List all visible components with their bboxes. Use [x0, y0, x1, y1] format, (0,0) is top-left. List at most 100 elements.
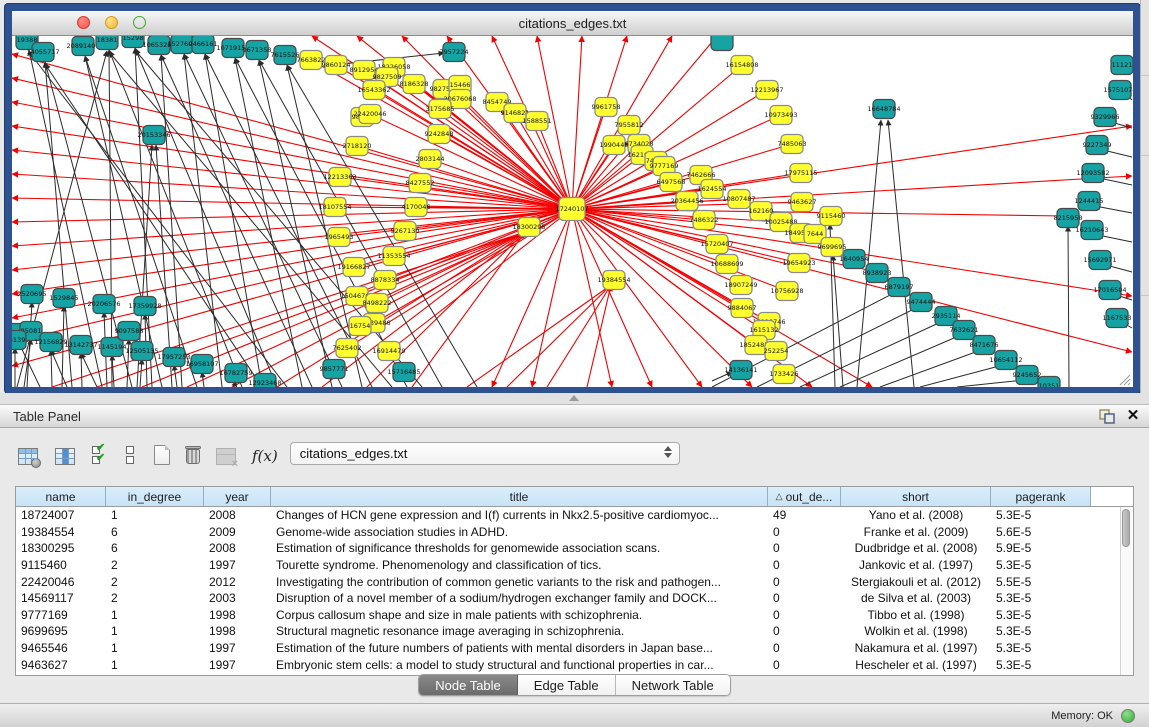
tab-node-table[interactable]: Node Table: [419, 675, 518, 695]
show-columns-button[interactable]: [55, 441, 75, 465]
column-header-year[interactable]: year: [204, 487, 271, 506]
scrollbar-thumb[interactable]: [1122, 509, 1130, 547]
graph-node[interactable]: 7485063: [778, 135, 807, 154]
graph-node[interactable]: 8427552: [406, 174, 435, 193]
graph-node[interactable]: 16754: [349, 317, 371, 336]
graph-node[interactable]: 9242848: [425, 125, 454, 144]
graph-node[interactable]: 17240107: [555, 198, 588, 221]
graph-node[interactable]: 1244415: [1075, 192, 1104, 211]
graph-node[interactable]: 15751074: [1103, 81, 1133, 100]
graph-node[interactable]: 7625402: [333, 339, 362, 358]
graph-node[interactable]: 252254: [764, 342, 789, 361]
graph-node[interactable]: 10688609: [710, 255, 743, 274]
clear-selection-button[interactable]: [126, 441, 136, 465]
graph-node[interactable]: 9699695: [818, 238, 847, 257]
table-row[interactable]: 969969511998Structural magnetic resonanc…: [16, 623, 1133, 640]
graph-node[interactable]: 4170046: [402, 198, 431, 217]
graph-node[interactable]: 20891406: [66, 37, 99, 56]
graph-node[interactable]: 9671358: [243, 41, 272, 60]
graph-node[interactable]: 9463627: [788, 193, 817, 212]
resize-grip[interactable]: [1120, 375, 1130, 385]
graph-node[interactable]: 9245652: [1013, 366, 1042, 385]
graph-node[interactable]: 2718120: [343, 137, 372, 156]
graph-node[interactable]: 7957224: [440, 43, 469, 62]
column-header-title[interactable]: title: [271, 487, 768, 506]
graph-node[interactable]: 15716485: [387, 363, 420, 382]
graph-node[interactable]: 1529845: [50, 289, 79, 308]
graph-node[interactable]: 8215958: [1054, 209, 1083, 228]
graph-node[interactable]: 9115460: [817, 207, 846, 226]
column-header-in_degree[interactable]: in_degree: [106, 487, 204, 506]
graph-node[interactable]: 8938923: [863, 264, 892, 283]
graph-node[interactable]: 7955812: [615, 116, 644, 135]
table-row[interactable]: 911546021997Tourette syndrome. Phenomeno…: [16, 557, 1133, 574]
graph-node[interactable]: 10973493: [764, 106, 797, 125]
tab-edge-table[interactable]: Edge Table: [518, 675, 616, 695]
graph-node[interactable]: 7486322: [690, 211, 719, 230]
window-titlebar[interactable]: citations_edges.txt: [12, 11, 1133, 36]
graph-node[interactable]: 9329966: [1091, 108, 1120, 127]
graph-node[interactable]: 16154808: [725, 56, 758, 75]
graph-node[interactable]: 10351: [1038, 377, 1060, 388]
graph-node[interactable]: 2803144: [416, 150, 445, 169]
column-header-short[interactable]: short: [841, 487, 991, 506]
graph-node[interactable]: 8878334: [371, 271, 400, 290]
graph-node[interactable]: 1588551: [523, 112, 552, 131]
panel-splitter[interactable]: [0, 393, 1149, 404]
graph-node[interactable]: 2520695: [18, 285, 47, 304]
column-header-name[interactable]: name: [16, 487, 106, 506]
delete-column-button[interactable]: [185, 441, 201, 465]
graph-node[interactable]: 9961758: [592, 98, 621, 117]
graph-node[interactable]: 8471676: [970, 336, 999, 355]
graph-node[interactable]: 11121: [1111, 56, 1133, 75]
tab-network-table[interactable]: Network Table: [616, 675, 730, 695]
graph-node[interactable]: 15298: [122, 36, 144, 48]
close-panel-icon[interactable]: ✕: [1123, 407, 1143, 425]
graph-node[interactable]: 12505135: [125, 342, 158, 361]
graph-node[interactable]: 6497568: [657, 173, 686, 192]
graph-node[interactable]: 8186328: [400, 75, 429, 94]
graph-node[interactable]: 33139: [12, 331, 26, 350]
table-row[interactable]: 1872400712008Changes of HCN gene express…: [16, 507, 1133, 524]
graph-node[interactable]: 3175685: [426, 100, 455, 119]
graph-node[interactable]: 14136141: [724, 361, 757, 380]
table-mode-button[interactable]: [18, 441, 38, 465]
graph-node[interactable]: 1167533: [1103, 309, 1132, 328]
table-selector-dropdown[interactable]: citations_edges.txt: [290, 442, 680, 465]
graph-node[interactable]: 1640954: [840, 250, 869, 269]
close-window-button[interactable]: [77, 16, 90, 29]
function-builder-button[interactable]: f(x): [252, 441, 278, 465]
create-column-button[interactable]: [154, 441, 170, 465]
graph-node[interactable]: 7615526: [271, 46, 300, 65]
column-header-pagerank[interactable]: pagerank: [991, 487, 1091, 506]
splitter-handle-icon[interactable]: [569, 395, 579, 401]
graph-node[interactable]: 6879197: [885, 278, 914, 297]
graph-node[interactable]: 9860124: [322, 56, 351, 75]
graph-node[interactable]: 18381: [96, 36, 118, 50]
graph-node[interactable]: 16648784: [867, 100, 900, 119]
graph-node[interactable]: 9474444: [907, 293, 936, 312]
table-row[interactable]: 946362711997Embryonic stem cells: a mode…: [16, 656, 1133, 673]
vertical-scrollbar[interactable]: [1120, 507, 1132, 675]
graph-node[interactable]: 19384554: [597, 271, 630, 290]
graph-node[interactable]: 9884067: [728, 299, 757, 318]
graph-node[interactable]: 18107554: [318, 198, 351, 217]
column-header-out_de...[interactable]: △out_de...: [768, 487, 841, 506]
graph-node[interactable]: 9857771: [320, 360, 349, 379]
zoom-window-button[interactable]: [133, 16, 146, 29]
graph-node[interactable]: 17975115: [784, 164, 817, 183]
table-row[interactable]: 1456911722003Disruption of a novel membe…: [16, 590, 1133, 607]
graph-node[interactable]: 9466161: [189, 36, 218, 54]
graph-node[interactable]: 9227349: [1083, 136, 1112, 155]
table-row[interactable]: 977716911998Corpus callosum shape and si…: [16, 607, 1133, 624]
table-row[interactable]: 2242004622012Investigating the contribut…: [16, 573, 1133, 590]
graph-node[interactable]: 8498222: [363, 294, 392, 313]
minimize-window-button[interactable]: [105, 16, 118, 29]
table-row[interactable]: 946554611997Estimation of the future num…: [16, 640, 1133, 657]
graph-node[interactable]: 1733426: [770, 365, 799, 384]
graph-node[interactable]: [711, 36, 733, 51]
graph-node[interactable]: 9267130: [391, 222, 420, 241]
network-canvas[interactable]: 1938814055717208914061838115298106532871…: [12, 36, 1133, 387]
select-all-button[interactable]: ✔ ✔: [92, 441, 110, 465]
graph-node[interactable]: 9097588: [115, 322, 144, 341]
